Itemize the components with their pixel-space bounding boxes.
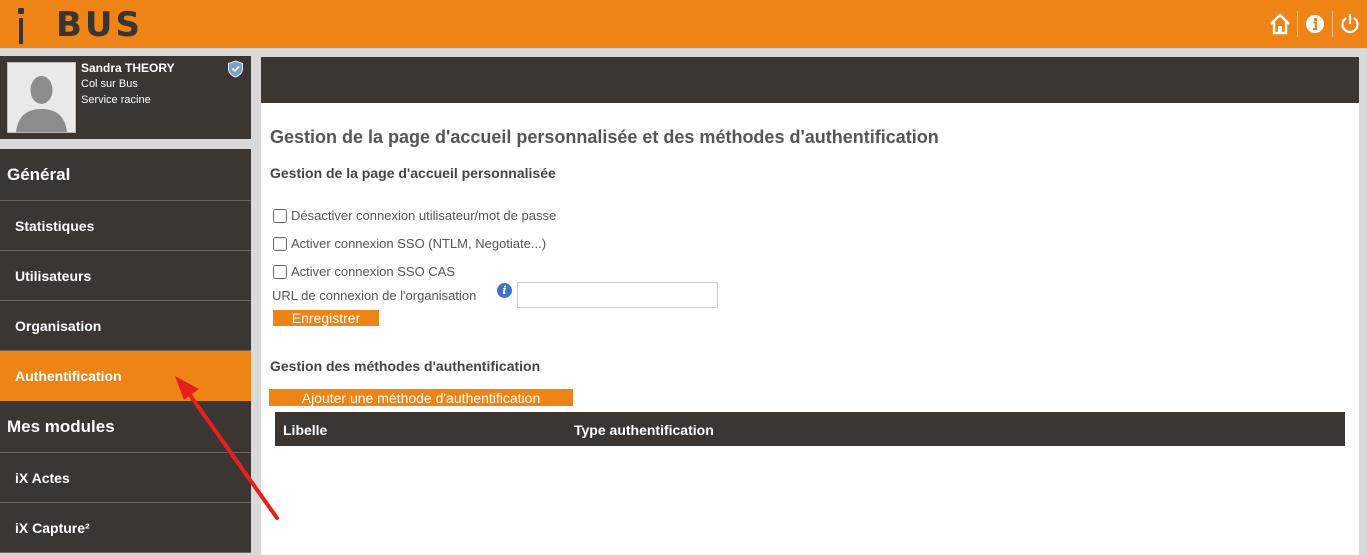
checkbox-row-disable-login: Désactiver connexion utilisateur/mot de …	[273, 208, 556, 223]
app-logo[interactable]: BUS	[10, 4, 143, 46]
column-header-libelle[interactable]: Libelle	[283, 422, 327, 438]
nav-section-mes-modules[interactable]: Mes modules	[0, 401, 251, 453]
checkbox-label: Activer connexion SSO CAS	[291, 264, 456, 279]
logo-text: BUS	[56, 5, 144, 45]
section-title-homepage: Gestion de la page d'accueil personnalis…	[270, 165, 556, 181]
sidebar-nav: Général Statistiques Utilisateurs Organi…	[0, 149, 251, 553]
profile-service: Service racine	[81, 94, 151, 106]
checkbox-row-sso-cas: Activer connexion SSO CAS	[273, 264, 455, 279]
info-icon[interactable]	[1298, 0, 1332, 48]
avatar	[7, 62, 76, 133]
user-profile: Sandra THEORY Col sur Bus Service racine	[0, 56, 251, 139]
main-header-bar	[261, 57, 1359, 103]
save-button[interactable]: Enregistrer	[273, 310, 379, 326]
top-actions	[1263, 0, 1367, 48]
home-icon[interactable]	[1263, 0, 1297, 48]
url-label: URL de connexion de l'organisation	[272, 288, 477, 303]
url-input[interactable]	[517, 282, 718, 308]
checkbox-label: Désactiver connexion utilisateur/mot de …	[291, 208, 557, 223]
sidebar-item-authentification[interactable]: Authentification	[0, 351, 251, 401]
logo-i-glyph	[10, 4, 32, 46]
auth-methods-table-header: Libelle Type authentification	[275, 412, 1345, 446]
add-auth-method-button[interactable]: Ajouter une méthode d'authentification	[269, 389, 573, 406]
nav-section-general[interactable]: Général	[0, 149, 251, 201]
disable-login-checkbox[interactable]	[273, 208, 287, 223]
power-icon[interactable]	[1333, 0, 1367, 48]
checkbox-row-sso: Activer connexion SSO (NTLM, Negotiate..…	[273, 236, 546, 251]
checkbox-label: Activer connexion SSO (NTLM, Negotiate..…	[291, 236, 547, 251]
sidebar-item-utilisateurs[interactable]: Utilisateurs	[0, 251, 251, 301]
column-header-type[interactable]: Type authentification	[574, 422, 714, 438]
sidebar-item-ix-actes[interactable]: iX Actes	[0, 453, 251, 503]
shield-icon	[227, 60, 244, 83]
sidebar-item-ix-capture[interactable]: iX Capture²	[0, 503, 251, 553]
page-title: Gestion de la page d'accueil personnalis…	[270, 127, 939, 147]
info-icon[interactable]: i	[497, 283, 512, 298]
enable-sso-cas-checkbox[interactable]	[273, 264, 287, 279]
top-bar: BUS	[0, 0, 1367, 49]
main-panel: Gestion de la page d'accueil personnalis…	[261, 57, 1359, 555]
sidebar-item-statistiques[interactable]: Statistiques	[0, 201, 251, 251]
enable-sso-checkbox[interactable]	[273, 236, 287, 251]
profile-organisation: Col sur Bus	[81, 78, 138, 90]
sidebar: Sandra THEORY Col sur Bus Service racine…	[0, 56, 252, 555]
profile-name: Sandra THEORY	[81, 61, 175, 75]
section-title-auth-methods: Gestion des méthodes d'authentification	[270, 358, 541, 374]
sidebar-item-organisation[interactable]: Organisation	[0, 301, 251, 351]
